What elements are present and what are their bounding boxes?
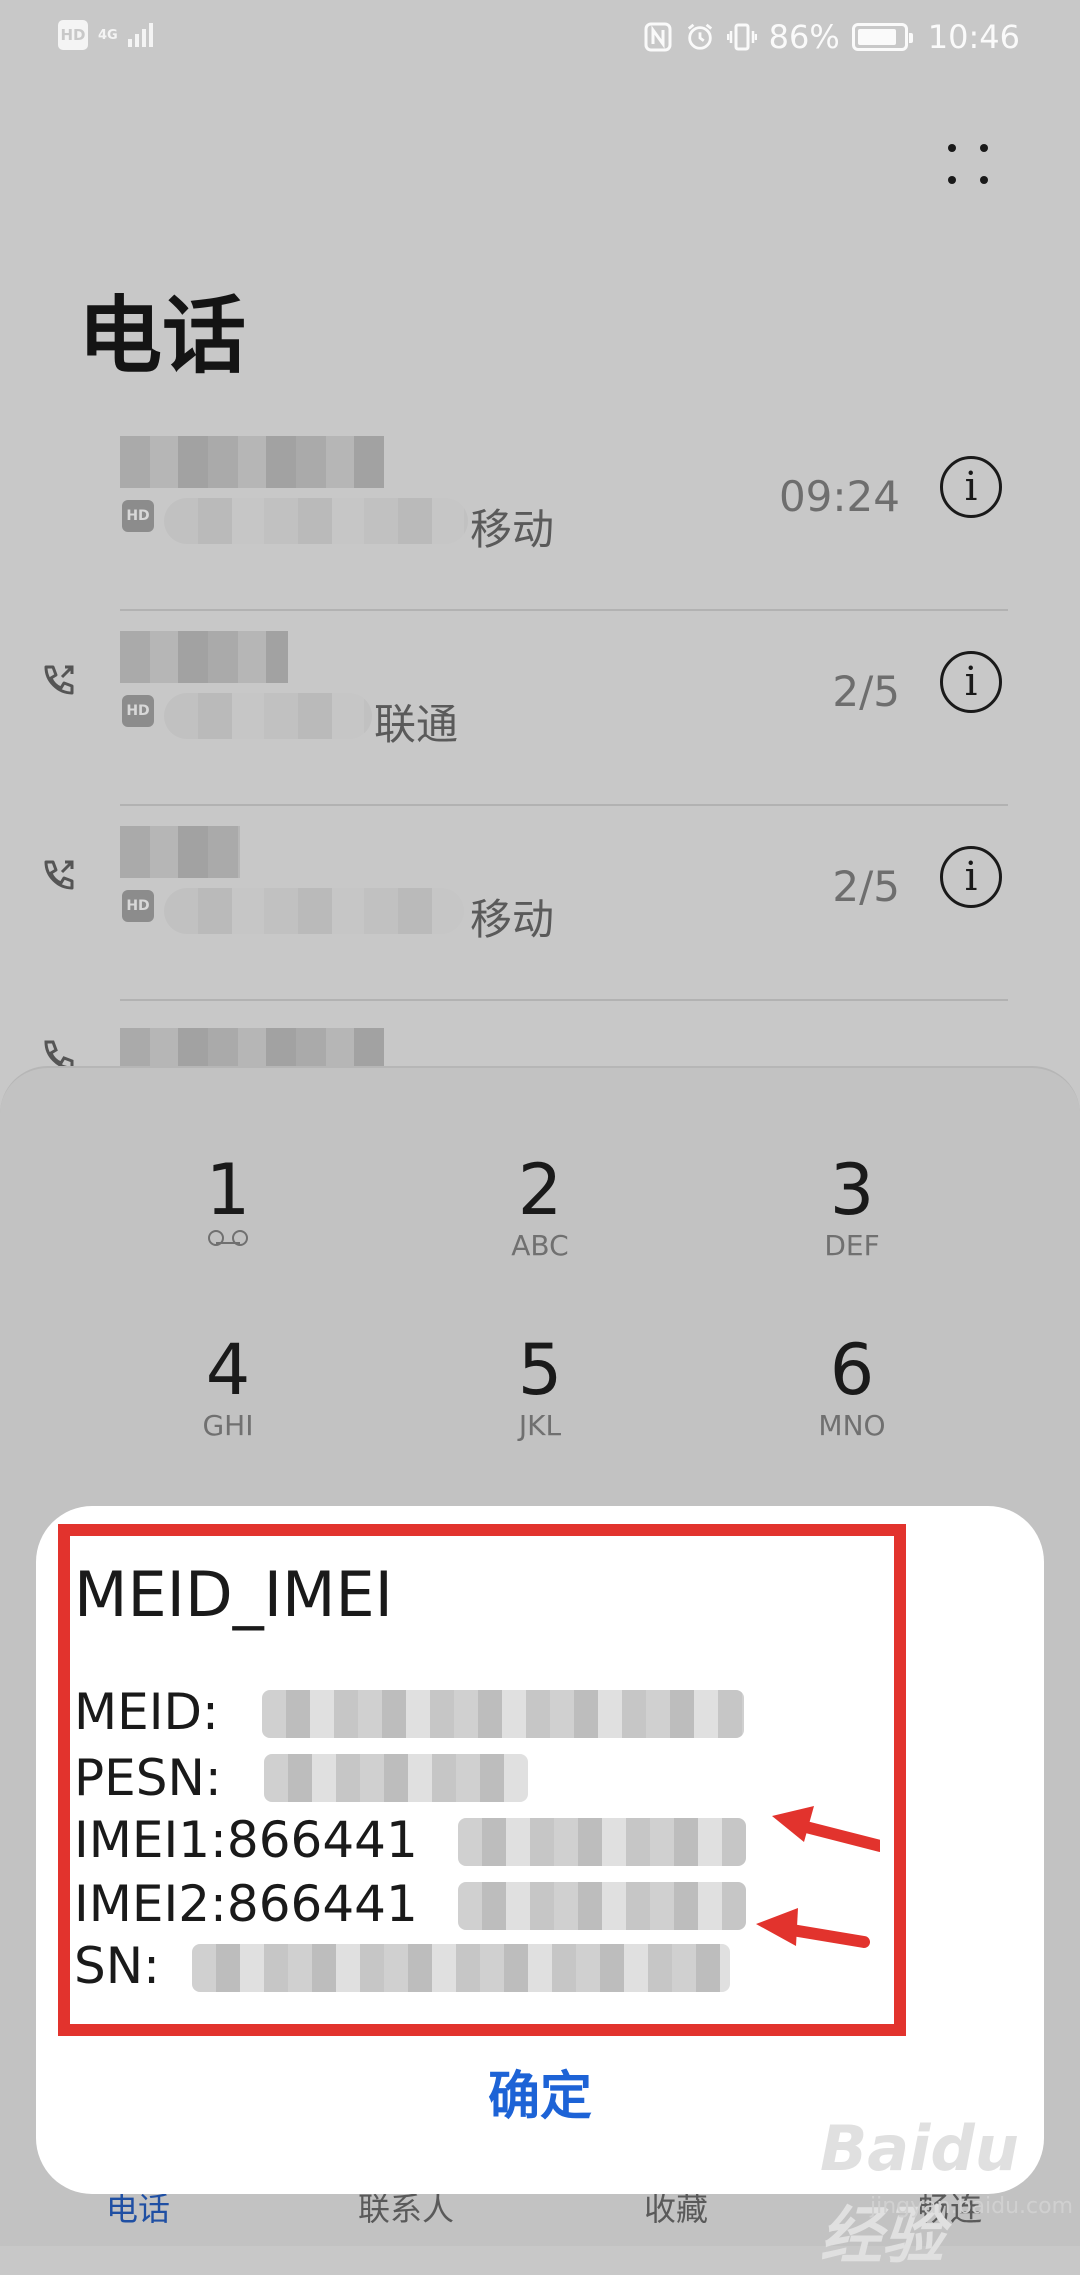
redacted-contact-name: [120, 826, 240, 878]
redacted-contact-name: [120, 631, 288, 683]
key-digit: 4: [205, 1329, 251, 1411]
dial-key-3[interactable]: 3 DEF: [702, 1150, 1002, 1262]
dial-key-6[interactable]: 6 MNO: [702, 1330, 1002, 1442]
nfc-icon: [643, 21, 673, 53]
redacted-phone-number: [164, 498, 468, 544]
annotation-arrow-icon: [756, 1908, 870, 1948]
info-icon: i: [964, 659, 978, 705]
call-time: 09:24: [778, 472, 900, 521]
annotation-arrow-icon: [772, 1806, 880, 1852]
key-letters: MNO: [818, 1409, 886, 1442]
outgoing-call-icon: [38, 661, 78, 701]
signal-icon: [127, 23, 153, 47]
call-info-button[interactable]: i: [940, 846, 1002, 908]
redacted-phone-number: [164, 693, 372, 739]
call-time: 2/5: [832, 667, 900, 716]
voicemail-icon: [208, 1230, 248, 1246]
network-type: 4G: [98, 27, 118, 43]
info-icon: i: [964, 464, 978, 510]
alarm-icon: [685, 21, 715, 53]
dial-key-1[interactable]: 1: [78, 1150, 378, 1250]
dial-key-5[interactable]: 5 JKL: [390, 1330, 690, 1442]
more-dots-icon: [948, 176, 956, 184]
hd-voice-badge: HD: [58, 20, 88, 50]
confirm-button[interactable]: 确定: [340, 2054, 740, 2129]
key-digit: 3: [829, 1149, 875, 1231]
key-digit: 5: [517, 1329, 563, 1411]
key-digit: 6: [829, 1329, 875, 1411]
carrier-label: 联通: [374, 700, 459, 749]
page-title: 电话: [78, 287, 247, 385]
key-digit: 1: [205, 1149, 251, 1231]
battery-fill: [857, 29, 896, 45]
more-options-button[interactable]: [940, 136, 996, 192]
clock: 10:46: [927, 18, 1020, 56]
key-digit: 2: [517, 1149, 563, 1231]
vibrate-icon: [726, 21, 757, 53]
dial-key-4[interactable]: 4 GHI: [78, 1330, 378, 1442]
call-log-item[interactable]: HD 联通 2/5 i: [0, 611, 1080, 806]
key-letters: GHI: [202, 1409, 254, 1442]
redacted-contact-name: [120, 436, 384, 488]
dial-key-2[interactable]: 2 ABC: [390, 1150, 690, 1262]
outgoing-call-icon: [38, 856, 78, 896]
redacted-contact-name: [120, 1028, 384, 1066]
status-left: HD 4G: [58, 20, 153, 50]
status-right: 86% 10:46: [643, 18, 1020, 56]
call-log-item[interactable]: HD 移动 09:24 i: [0, 416, 1080, 611]
info-icon: i: [964, 854, 978, 900]
carrier-label: 移动: [470, 505, 555, 554]
carrier-label: 移动: [470, 895, 555, 944]
status-bar: HD 4G 86% 10:46: [0, 0, 1080, 80]
redacted-phone-number: [164, 888, 464, 934]
divider: [120, 999, 1008, 1001]
key-letters: JKL: [518, 1409, 562, 1442]
more-dots-icon: [948, 144, 956, 152]
outgoing-call-icon: [38, 1036, 78, 1066]
call-time: 2/5: [832, 862, 900, 911]
more-dots-icon: [980, 144, 988, 152]
call-info-button[interactable]: i: [940, 651, 1002, 713]
annotation-highlight-box: [58, 1524, 906, 2036]
key-letters: DEF: [824, 1229, 880, 1262]
hd-call-badge: HD: [122, 890, 154, 922]
call-log-item[interactable]: HD 移动 2/5 i: [0, 806, 1080, 1001]
call-info-button[interactable]: i: [940, 456, 1002, 518]
battery-icon: [851, 23, 913, 51]
hd-call-badge: HD: [122, 695, 154, 727]
key-letters: ABC: [511, 1229, 569, 1262]
hd-call-badge: HD: [122, 500, 154, 532]
watermark-url: jingyan.baidu.com: [870, 2194, 1074, 2219]
battery-percent: 86%: [768, 18, 840, 56]
more-dots-icon: [980, 176, 988, 184]
